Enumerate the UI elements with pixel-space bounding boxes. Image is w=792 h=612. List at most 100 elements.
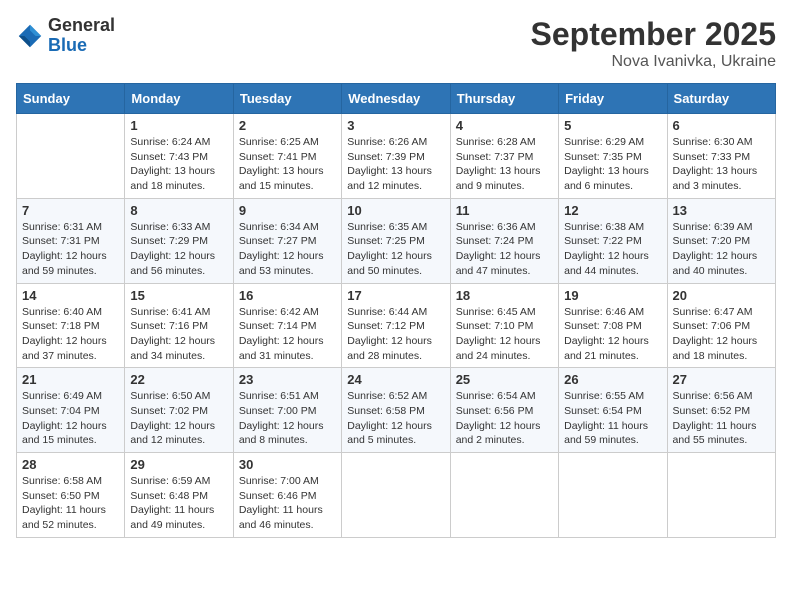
logo: General Blue xyxy=(16,16,115,56)
day-info: Sunrise: 6:58 AMSunset: 6:50 PMDaylight:… xyxy=(22,474,119,533)
day-info: Sunrise: 6:40 AMSunset: 7:18 PMDaylight:… xyxy=(22,305,119,364)
calendar-cell xyxy=(667,453,775,538)
calendar-cell: 3Sunrise: 6:26 AMSunset: 7:39 PMDaylight… xyxy=(342,114,450,199)
calendar-body: 1Sunrise: 6:24 AMSunset: 7:43 PMDaylight… xyxy=(17,114,776,538)
day-info: Sunrise: 6:33 AMSunset: 7:29 PMDaylight:… xyxy=(130,220,227,279)
calendar-cell: 29Sunrise: 6:59 AMSunset: 6:48 PMDayligh… xyxy=(125,453,233,538)
calendar-cell: 8 Sunrise: 6:33 AMSunset: 7:29 PMDaylight… xyxy=(125,198,233,283)
day-number: 6 xyxy=(673,118,770,133)
day-info: Sunrise: 6:34 AMSunset: 7:27 PMDaylight:… xyxy=(239,220,336,279)
calendar-cell: 17Sunrise: 6:44 AMSunset: 7:12 PMDayligh… xyxy=(342,283,450,368)
calendar-cell xyxy=(342,453,450,538)
location-title: Nova Ivanivka, Ukraine xyxy=(531,53,776,71)
calendar-week-row: 28Sunrise: 6:58 AMSunset: 6:50 PMDayligh… xyxy=(17,453,776,538)
day-info: Sunrise: 6:38 AMSunset: 7:22 PMDaylight:… xyxy=(564,220,661,279)
calendar-cell: 4 Sunrise: 6:28 AMSunset: 7:37 PMDaylight… xyxy=(450,114,558,199)
day-info: Sunrise: 6:25 AMSunset: 7:41 PMDaylight:… xyxy=(239,135,336,194)
day-info: Sunrise: 6:56 AMSunset: 6:52 PMDaylight:… xyxy=(673,389,770,448)
day-number: 19 xyxy=(564,288,661,303)
calendar-cell: 11Sunrise: 6:36 AMSunset: 7:24 PMDayligh… xyxy=(450,198,558,283)
calendar-cell: 2Sunrise: 6:25 AMSunset: 7:41 PMDaylight… xyxy=(233,114,341,199)
calendar-cell: 25Sunrise: 6:54 AMSunset: 6:56 PMDayligh… xyxy=(450,368,558,453)
day-number: 20 xyxy=(673,288,770,303)
day-number: 21 xyxy=(22,372,119,387)
calendar-cell: 12Sunrise: 6:38 AMSunset: 7:22 PMDayligh… xyxy=(559,198,667,283)
day-number: 4 xyxy=(456,118,553,133)
calendar-cell: 5 Sunrise: 6:29 AMSunset: 7:35 PMDaylight… xyxy=(559,114,667,199)
calendar-cell: 22 Sunrise: 6:50 AMSunset: 7:02 PMDayligh… xyxy=(125,368,233,453)
day-number: 30 xyxy=(239,457,336,472)
calendar-cell: 9 Sunrise: 6:34 AMSunset: 7:27 PMDaylight… xyxy=(233,198,341,283)
calendar-cell xyxy=(17,114,125,199)
calendar-week-row: 14 Sunrise: 6:40 AMSunset: 7:18 PMDayligh… xyxy=(17,283,776,368)
day-number: 23 xyxy=(239,372,336,387)
calendar-cell: 13 Sunrise: 6:39 AMSunset: 7:20 PMDayligh… xyxy=(667,198,775,283)
day-number: 16 xyxy=(239,288,336,303)
day-info: Sunrise: 6:36 AMSunset: 7:24 PMDaylight:… xyxy=(456,220,553,279)
calendar-cell: 10 Sunrise: 6:35 AMSunset: 7:25 PMDayligh… xyxy=(342,198,450,283)
day-number: 10 xyxy=(347,203,444,218)
day-info: Sunrise: 6:41 AMSunset: 7:16 PMDaylight:… xyxy=(130,305,227,364)
day-number: 22 xyxy=(130,372,227,387)
day-info: Sunrise: 6:29 AMSunset: 7:35 PMDaylight:… xyxy=(564,135,661,194)
day-number: 1 xyxy=(130,118,227,133)
day-info: Sunrise: 6:28 AMSunset: 7:37 PMDaylight:… xyxy=(456,135,553,194)
day-info: Sunrise: 6:51 AMSunset: 7:00 PMDaylight:… xyxy=(239,389,336,448)
day-info: Sunrise: 6:26 AMSunset: 7:39 PMDaylight:… xyxy=(347,135,444,194)
logo-general: General xyxy=(48,16,115,36)
day-number: 5 xyxy=(564,118,661,133)
calendar-cell: 30 Sunrise: 7:00 AMSunset: 6:46 PMDayligh… xyxy=(233,453,341,538)
weekday-header-cell: Saturday xyxy=(667,84,775,114)
day-info: Sunrise: 6:44 AMSunset: 7:12 PMDaylight:… xyxy=(347,305,444,364)
page-header: General Blue September 2025 Nova Ivanivk… xyxy=(16,16,776,71)
weekday-header-cell: Tuesday xyxy=(233,84,341,114)
calendar-cell: 18 Sunrise: 6:45 AMSunset: 7:10 PMDayligh… xyxy=(450,283,558,368)
day-number: 18 xyxy=(456,288,553,303)
calendar-week-row: 7 Sunrise: 6:31 AMSunset: 7:31 PMDaylight… xyxy=(17,198,776,283)
day-number: 13 xyxy=(673,203,770,218)
day-info: Sunrise: 6:45 AMSunset: 7:10 PMDaylight:… xyxy=(456,305,553,364)
day-info: Sunrise: 6:31 AMSunset: 7:31 PMDaylight:… xyxy=(22,220,119,279)
day-info: Sunrise: 6:39 AMSunset: 7:20 PMDaylight:… xyxy=(673,220,770,279)
calendar-cell: 20 Sunrise: 6:47 AMSunset: 7:06 PMDayligh… xyxy=(667,283,775,368)
day-number: 26 xyxy=(564,372,661,387)
weekday-header-cell: Friday xyxy=(559,84,667,114)
calendar-cell: 21 Sunrise: 6:49 AMSunset: 7:04 PMDayligh… xyxy=(17,368,125,453)
calendar-cell: 6 Sunrise: 6:30 AMSunset: 7:33 PMDaylight… xyxy=(667,114,775,199)
day-info: Sunrise: 7:00 AMSunset: 6:46 PMDaylight:… xyxy=(239,474,336,533)
calendar-week-row: 21 Sunrise: 6:49 AMSunset: 7:04 PMDayligh… xyxy=(17,368,776,453)
calendar-cell: 27 Sunrise: 6:56 AMSunset: 6:52 PMDayligh… xyxy=(667,368,775,453)
calendar-cell xyxy=(450,453,558,538)
day-info: Sunrise: 6:55 AMSunset: 6:54 PMDaylight:… xyxy=(564,389,661,448)
day-info: Sunrise: 6:30 AMSunset: 7:33 PMDaylight:… xyxy=(673,135,770,194)
day-number: 25 xyxy=(456,372,553,387)
day-info: Sunrise: 6:47 AMSunset: 7:06 PMDaylight:… xyxy=(673,305,770,364)
day-number: 8 xyxy=(130,203,227,218)
day-info: Sunrise: 6:49 AMSunset: 7:04 PMDaylight:… xyxy=(22,389,119,448)
calendar-cell: 1Sunrise: 6:24 AMSunset: 7:43 PMDaylight… xyxy=(125,114,233,199)
calendar-cell xyxy=(559,453,667,538)
day-info: Sunrise: 6:42 AMSunset: 7:14 PMDaylight:… xyxy=(239,305,336,364)
day-info: Sunrise: 6:35 AMSunset: 7:25 PMDaylight:… xyxy=(347,220,444,279)
calendar-cell: 28Sunrise: 6:58 AMSunset: 6:50 PMDayligh… xyxy=(17,453,125,538)
calendar-cell: 23 Sunrise: 6:51 AMSunset: 7:00 PMDayligh… xyxy=(233,368,341,453)
day-number: 7 xyxy=(22,203,119,218)
weekday-header-row: SundayMondayTuesdayWednesdayThursdayFrid… xyxy=(17,84,776,114)
logo-icon xyxy=(16,22,44,50)
weekday-header-cell: Wednesday xyxy=(342,84,450,114)
day-info: Sunrise: 6:50 AMSunset: 7:02 PMDaylight:… xyxy=(130,389,227,448)
day-number: 27 xyxy=(673,372,770,387)
day-number: 24 xyxy=(347,372,444,387)
calendar-cell: 24Sunrise: 6:52 AMSunset: 6:58 PMDayligh… xyxy=(342,368,450,453)
calendar-cell: 15 Sunrise: 6:41 AMSunset: 7:16 PMDayligh… xyxy=(125,283,233,368)
day-number: 14 xyxy=(22,288,119,303)
month-title: September 2025 xyxy=(531,16,776,53)
calendar-cell: 16 Sunrise: 6:42 AMSunset: 7:14 PMDayligh… xyxy=(233,283,341,368)
day-number: 29 xyxy=(130,457,227,472)
logo-blue: Blue xyxy=(48,36,115,56)
day-number: 9 xyxy=(239,203,336,218)
calendar-cell: 19Sunrise: 6:46 AMSunset: 7:08 PMDayligh… xyxy=(559,283,667,368)
logo-text: General Blue xyxy=(48,16,115,56)
weekday-header-cell: Sunday xyxy=(17,84,125,114)
day-number: 15 xyxy=(130,288,227,303)
